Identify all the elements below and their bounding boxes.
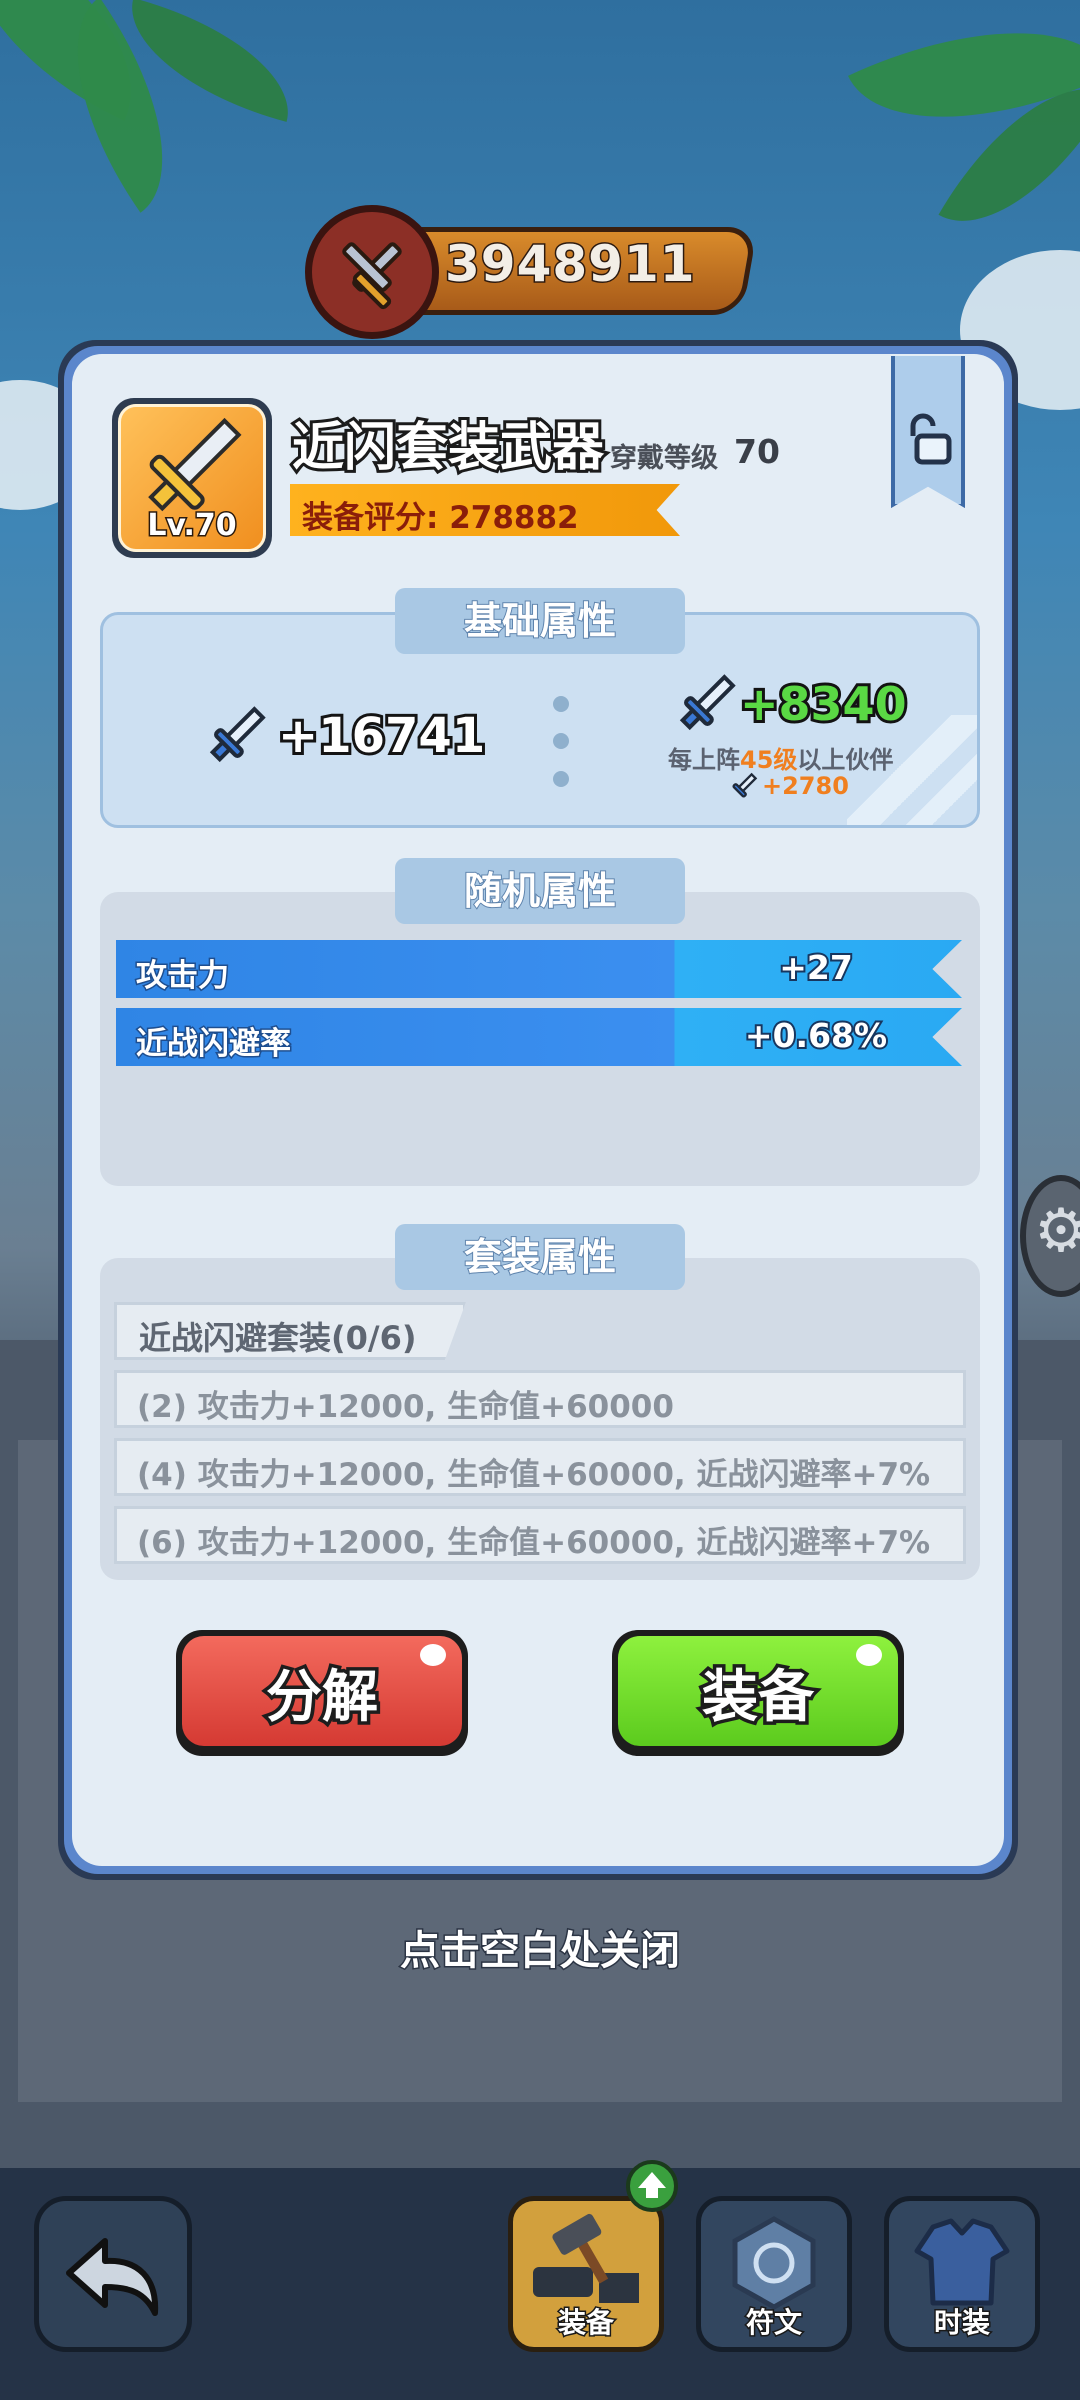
close-hint[interactable]: 点击空白处关闭 [0,1918,1080,1976]
partner-bonus-value: +2780 [762,772,849,800]
base-attributes-header: 基础属性 [395,588,685,654]
decompose-button[interactable]: 分解 [176,1630,468,1756]
unlock-icon[interactable] [895,406,961,476]
upgrade-arrow-icon [626,2160,678,2212]
stat-value: +0.68% [743,1014,889,1057]
partner-note: 每上阵45级以上伙伴 [668,746,894,774]
set-bonus-row: (6) 攻击力+12000, 生命值+60000, 近战闪避率+7% [114,1506,966,1564]
set-name-tag: 近战闪避套装(0/6) [114,1302,466,1360]
equipment-score: 装备评分: 278882 [290,484,680,536]
tab-costume[interactable]: 时装 [884,2196,1040,2352]
crossed-swords-icon [305,205,439,339]
stat-value: +27 [777,946,855,989]
combat-power: 3948911 [305,205,775,339]
stat-label: 近战闪避率 [135,1025,293,1064]
tab-runes[interactable]: 符文 [696,2196,852,2352]
sword-stat-icon [209,706,266,763]
set-attributes-header: 套装属性 [395,1224,685,1290]
random-stat-row: 近战闪避率 +0.68% [116,1008,962,1066]
back-button[interactable] [34,2196,192,2352]
set-bonus-row: (4) 攻击力+12000, 生命值+60000, 近战闪避率+7% [114,1438,966,1496]
item-name: 近闪套装武器 [289,415,607,481]
base-attack-value: +16741 [275,705,488,767]
divider-dot [553,696,569,712]
divider-dot [553,733,569,749]
wear-level-value: 70 [734,432,780,471]
wear-level-label: 穿戴等级 [610,443,718,474]
sword-icon [148,417,242,512]
item-level-badge: Lv.70 [146,507,238,545]
sword-small-icon [732,772,758,798]
combat-power-value: 3948911 [444,234,697,295]
equipment-score-text: 装备评分: 278882 [302,500,579,536]
lock-bookmark[interactable] [891,356,965,508]
divider-dot [553,771,569,787]
equip-button[interactable]: 装备 [612,1630,904,1756]
gear-icon[interactable]: ⚙ [1020,1175,1080,1297]
stat-label: 攻击力 [135,957,231,996]
tab-equipment[interactable]: 装备 [508,2196,664,2352]
random-stat-row: 攻击力 +27 [116,940,962,998]
partner-attack-value: +8340 [737,674,910,734]
sword-stat-icon [679,674,736,731]
set-bonus-row: (2) 攻击力+12000, 生命值+60000 [114,1370,966,1428]
item-icon-frame: Lv.70 [112,398,272,558]
random-attributes-header: 随机属性 [395,858,685,924]
back-arrow-icon[interactable] [39,2201,187,2347]
